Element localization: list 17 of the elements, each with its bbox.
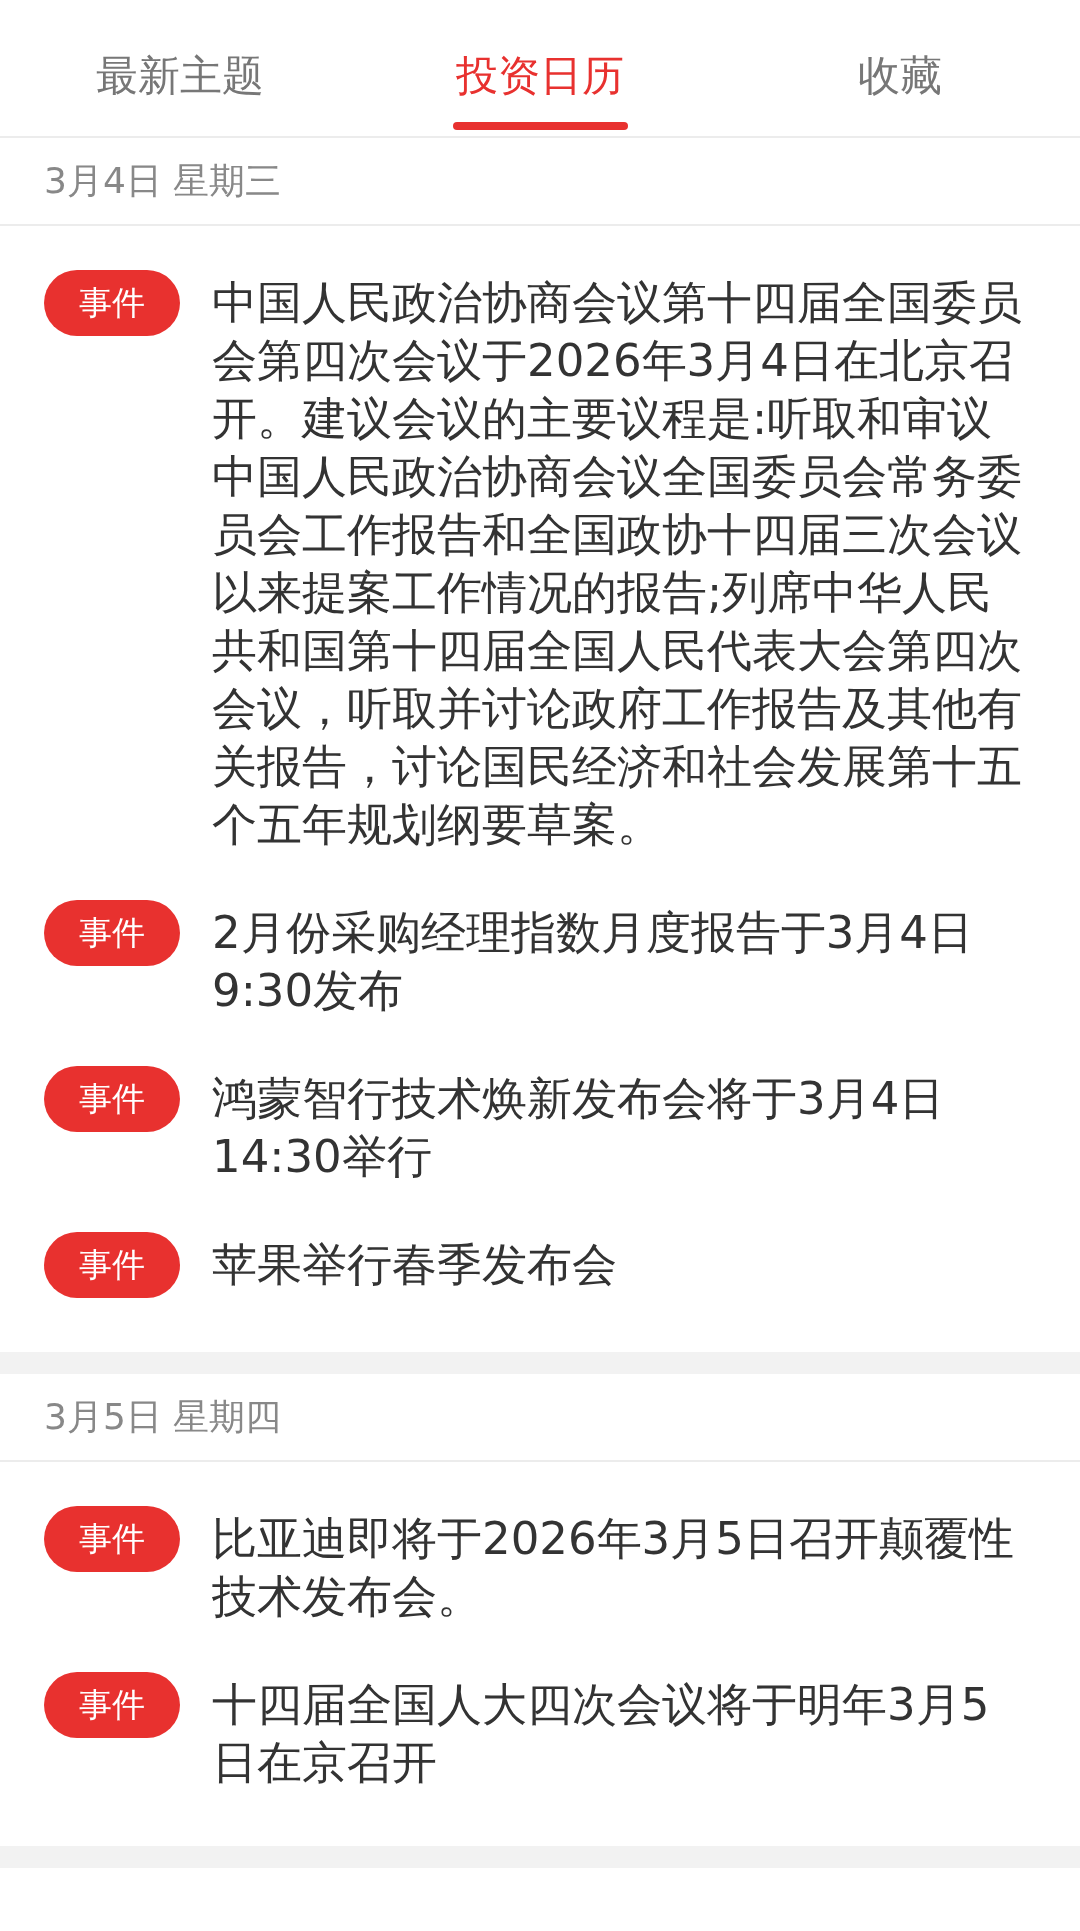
event-tag: 事件 [44,1672,180,1738]
date-header: 3月5日 星期四 [0,1374,1080,1462]
event-text: 2月份采购经理指数月度报告于3月4日9:30发布 [212,905,974,1019]
event-tag: 事件 [44,900,180,966]
event-tag: 事件 [44,1066,180,1132]
tab[interactable]: 收藏 [720,0,1080,136]
event-text: 比亚迪即将于2026年3月5日召开颠覆性技术发布会。 [212,1511,1015,1625]
event-tag: 事件 [44,1506,180,1572]
event-text: 苹果举行春季发布会 [212,1237,617,1293]
event-tag: 事件 [44,1232,180,1298]
event-text: 鸿蒙智行技术焕新发布会将于3月4日14:30举行 [212,1071,946,1185]
event-tag: 事件 [44,270,180,336]
event-text: 十四届全国人大四次会议将于明年3月5日在京召开 [212,1677,991,1791]
tab[interactable]: 最新主题 [0,0,360,136]
tab[interactable]: 投资日历 [360,0,720,136]
event-text: 中国人民政治协商会议第十四届全国委员会第四次会议于2026年3月4日在北京召开。建议会议的主要议程是:听取和审议中国人民政治协商会议全国委员会常务委员会工作报告和全国政协十四届三次会议以来提案工作情况的报告;列席中华人民共和国第十四届全国人民代表大会第四次会议，听取并讨论政府工作报告及其他有关报告，讨论国民经济和社会发展第十五个五年规划纲要草案。 [212,275,1023,853]
date-header: 3月4日 星期三 [0,138,1080,226]
